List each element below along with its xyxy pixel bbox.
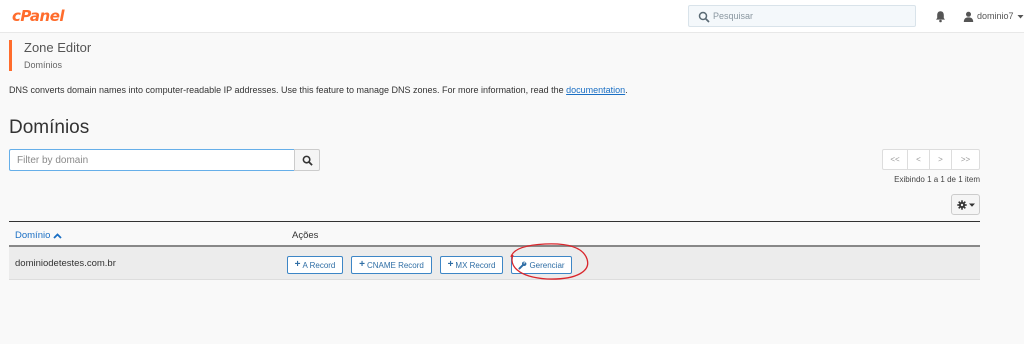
caret-down-icon: [968, 203, 975, 207]
description-text: DNS converts domain names into computer-…: [9, 85, 567, 95]
page-title: Zone Editor: [24, 40, 92, 55]
column-domain-label: Domínio: [15, 230, 51, 241]
domain-cell: dominiodetestes.com.br: [15, 258, 116, 269]
page-next-button[interactable]: >: [930, 149, 952, 170]
global-search[interactable]: [688, 5, 916, 27]
page-prev-button[interactable]: <: [908, 149, 930, 170]
page-last-button[interactable]: >>: [952, 149, 980, 170]
column-domain-header[interactable]: Domínio: [15, 230, 63, 241]
column-actions-header: Ações: [292, 230, 319, 241]
filter-search-button[interactable]: [294, 149, 320, 171]
pagination: << < > >>: [882, 149, 980, 170]
domains-table: Domínio Ações dominiodetestes.com.br + A…: [9, 221, 980, 280]
mx-record-button[interactable]: + MX Record: [440, 256, 503, 274]
table-settings-button[interactable]: [951, 194, 980, 215]
page-header: Zone Editor Domínios: [9, 40, 91, 71]
top-navbar: cPanel dominio7: [0, 0, 1024, 33]
sort-asc-icon: [53, 232, 63, 239]
cname-record-label: CNAME Record: [366, 260, 424, 270]
global-search-input[interactable]: [713, 8, 908, 24]
a-record-button[interactable]: + A Record: [287, 256, 343, 274]
user-menu[interactable]: dominio7: [963, 9, 1024, 23]
table-header: Domínio Ações: [9, 221, 980, 247]
cname-record-button[interactable]: + CNAME Record: [351, 256, 432, 274]
a-record-label: A Record: [302, 260, 336, 270]
search-icon: [698, 11, 710, 23]
table-row: dominiodetestes.com.br + A Record + CNAM…: [9, 247, 980, 280]
page-description: DNS converts domain names into computer-…: [9, 85, 628, 95]
caret-down-icon: [1017, 14, 1024, 18]
cpanel-logo[interactable]: cPanel: [12, 7, 65, 25]
manage-label: Gerenciar: [529, 260, 565, 270]
documentation-link[interactable]: documentation: [566, 85, 625, 95]
pagination-summary: Exibindo 1 a 1 de 1 item: [894, 175, 980, 184]
domains-heading: Domínios: [9, 117, 90, 138]
search-icon: [302, 155, 313, 166]
plus-icon: +: [359, 259, 365, 270]
plus-icon: +: [447, 259, 454, 270]
gear-icon: [956, 199, 967, 210]
bell-icon[interactable]: [934, 10, 947, 23]
mx-record-label: MX Record: [455, 260, 496, 270]
username-label: dominio7: [977, 11, 1014, 21]
description-end: .: [625, 85, 628, 95]
wrench-icon: [518, 261, 527, 270]
breadcrumb: Domínios: [24, 60, 63, 70]
filter-input[interactable]: [9, 149, 294, 171]
user-icon: [963, 11, 974, 22]
manage-button[interactable]: Gerenciar: [511, 256, 572, 274]
page-first-button[interactable]: <<: [882, 149, 908, 170]
domain-filter: [9, 149, 320, 171]
plus-icon: +: [294, 259, 301, 270]
